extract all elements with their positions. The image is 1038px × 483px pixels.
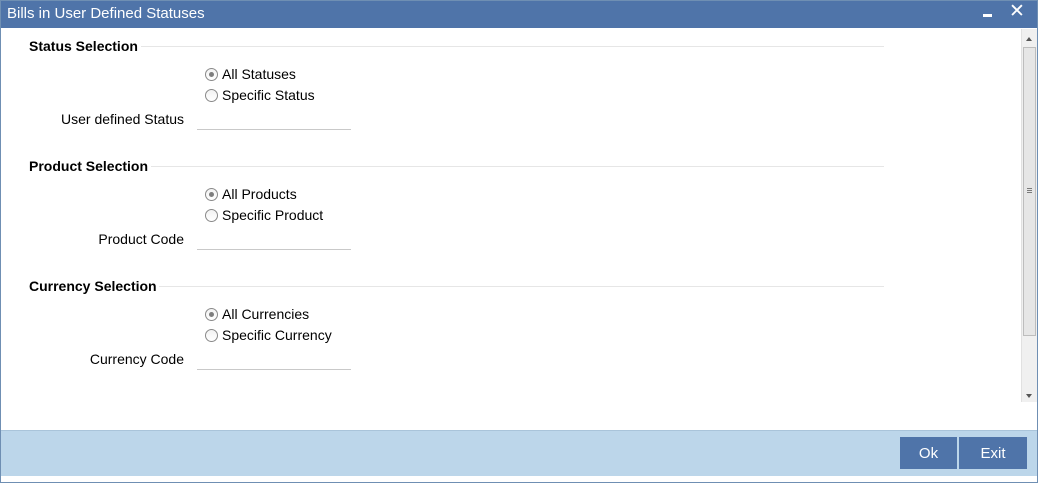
currency-section-title: Currency Selection (29, 278, 157, 294)
currency-section-divider (159, 286, 884, 287)
dialog-window: Bills in User Defined Statuses ✕ Status … (0, 0, 1038, 483)
currency-code-input[interactable] (197, 348, 351, 370)
status-section-title: Status Selection (29, 38, 138, 54)
currency-code-label: Currency Code (89, 351, 184, 367)
radio-specific-currency-button[interactable] (205, 328, 218, 342)
radio-all-statuses-button[interactable] (205, 67, 218, 81)
user-defined-status-label: User defined Status (61, 111, 184, 127)
radio-specific-status-button[interactable] (205, 88, 218, 102)
radio-all-products-button[interactable] (205, 187, 218, 201)
radio-all-currencies[interactable]: All Currencies (205, 306, 309, 322)
scroll-down-arrow-icon[interactable] (1026, 394, 1032, 398)
radio-specific-currency[interactable]: Specific Currency (205, 327, 332, 343)
product-code-label: Product Code (98, 231, 184, 247)
product-code-input[interactable] (197, 228, 351, 250)
radio-all-products[interactable]: All Products (205, 186, 297, 202)
radio-all-products-label: All Products (222, 186, 297, 202)
window-title: Bills in User Defined Statuses (7, 5, 205, 22)
footer-bar: Ok Exit (1, 430, 1037, 476)
product-section-title: Product Selection (29, 158, 149, 174)
product-section-divider (151, 166, 884, 167)
scrollbar-grip-icon (1027, 188, 1032, 189)
radio-all-statuses[interactable]: All Statuses (205, 66, 296, 82)
ok-button[interactable]: Ok (900, 437, 957, 469)
radio-specific-status[interactable]: Specific Status (205, 87, 315, 103)
radio-specific-product-label: Specific Product (222, 207, 324, 223)
close-icon[interactable]: ✕ (1006, 1, 1028, 24)
scroll-up-arrow-icon[interactable] (1026, 37, 1032, 41)
radio-specific-status-label: Specific Status (222, 87, 315, 103)
radio-specific-product[interactable]: Specific Product (205, 207, 323, 223)
exit-button[interactable]: Exit (959, 437, 1027, 469)
vertical-scrollbar[interactable] (1021, 29, 1037, 402)
user-defined-status-input[interactable] (197, 108, 351, 130)
minimize-icon[interactable] (977, 1, 999, 25)
radio-all-currencies-button[interactable] (205, 307, 218, 321)
status-section-divider (141, 46, 884, 47)
title-bar: Bills in User Defined Statuses ✕ (1, 1, 1037, 28)
radio-specific-currency-label: Specific Currency (222, 327, 332, 343)
form-content: Status Selection All Statuses Specific S… (1, 29, 1021, 401)
radio-specific-product-button[interactable] (205, 208, 218, 222)
radio-all-currencies-label: All Currencies (222, 306, 310, 322)
scrollbar-thumb[interactable] (1023, 47, 1036, 336)
radio-all-statuses-label: All Statuses (222, 66, 296, 82)
